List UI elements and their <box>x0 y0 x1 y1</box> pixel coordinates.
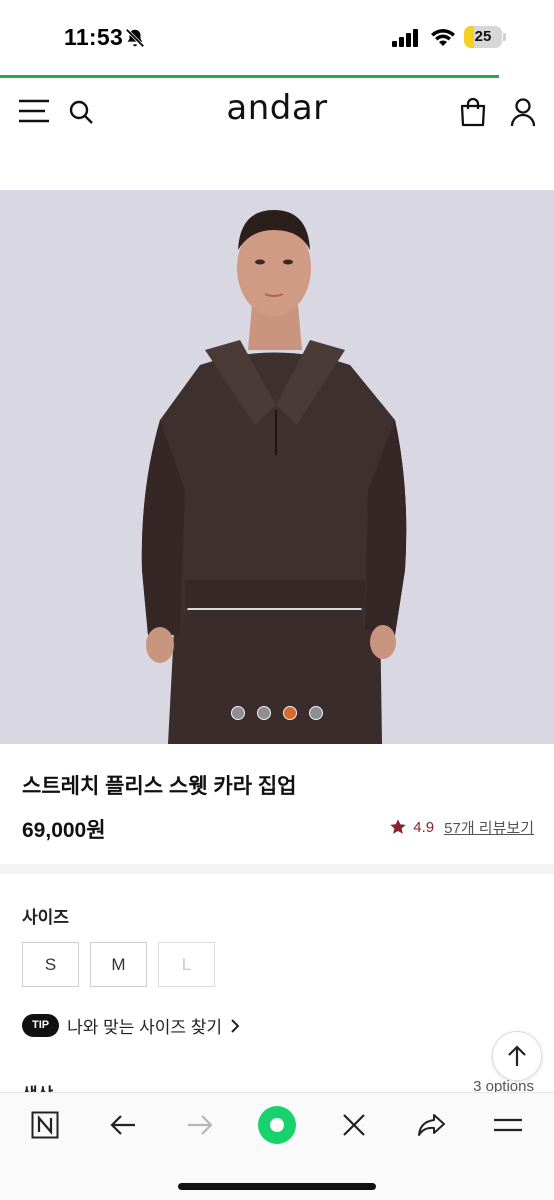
home-indicator <box>178 1183 376 1190</box>
size-option-l[interactable]: L <box>158 942 215 987</box>
product-image[interactable] <box>0 190 554 744</box>
size-finder-text: 나와 맞는 사이즈 찾기 <box>67 1018 223 1037</box>
forward-arrow-icon <box>188 1115 213 1135</box>
gallery-dot[interactable] <box>309 706 323 720</box>
size-finder-link[interactable]: TIP 나와 맞는 사이즈 찾기 <box>22 1013 240 1038</box>
size-options: S M L <box>22 942 215 987</box>
menu-lines-icon <box>494 1118 522 1132</box>
gallery-dot[interactable] <box>231 706 245 720</box>
back-arrow-icon <box>110 1115 135 1135</box>
gallery-indicator <box>0 706 554 720</box>
product-title: 스트레치 플리스 스웻 카라 집업 <box>22 775 297 798</box>
color-options-count: 3 options <box>473 1078 534 1092</box>
gallery-dot[interactable] <box>257 706 271 720</box>
rating-score: 4.9 <box>413 818 435 836</box>
scroll-to-top-button[interactable] <box>492 1031 542 1081</box>
model-photo <box>0 190 554 744</box>
green-dot-icon <box>258 1106 296 1144</box>
battery-icon: 25 <box>464 26 506 48</box>
wifi-icon <box>431 29 455 46</box>
bell-slash-icon <box>125 28 145 48</box>
cellular-signal-icon <box>392 29 418 47</box>
shopping-bag-icon[interactable] <box>458 97 488 127</box>
user-icon[interactable] <box>510 97 536 127</box>
tip-badge: TIP <box>22 1014 60 1037</box>
product-price: 69,000원 <box>22 819 106 842</box>
arrow-up-icon <box>508 1045 526 1066</box>
review-link[interactable]: 57개 리뷰보기 <box>444 817 534 838</box>
close-button[interactable] <box>332 1107 376 1143</box>
naver-n-icon <box>31 1111 59 1139</box>
status-time: 11:53 <box>64 24 124 50</box>
close-icon <box>343 1114 365 1136</box>
size-label: 사이즈 <box>22 908 69 927</box>
site-header: andar <box>0 78 554 144</box>
size-option-s[interactable]: S <box>22 942 79 987</box>
gallery-dot[interactable] <box>283 706 297 720</box>
rating-summary: 4.9 57개 리뷰보기 <box>389 816 534 838</box>
status-bar: 11:53 25 <box>0 0 554 76</box>
naver-home-button[interactable] <box>23 1107 67 1143</box>
battery-level: 25 <box>474 28 492 45</box>
section-divider <box>0 864 554 874</box>
share-button[interactable] <box>409 1107 453 1143</box>
forward-button[interactable] <box>178 1107 222 1143</box>
size-option-m[interactable]: M <box>90 942 147 987</box>
green-dot-button[interactable] <box>255 1106 299 1144</box>
chevron-right-icon <box>231 1018 240 1033</box>
share-icon <box>418 1114 445 1136</box>
back-button[interactable] <box>101 1107 145 1143</box>
menu-lines-button[interactable] <box>486 1107 530 1143</box>
star-icon <box>390 819 407 834</box>
color-label: 색상 <box>22 1080 53 1092</box>
